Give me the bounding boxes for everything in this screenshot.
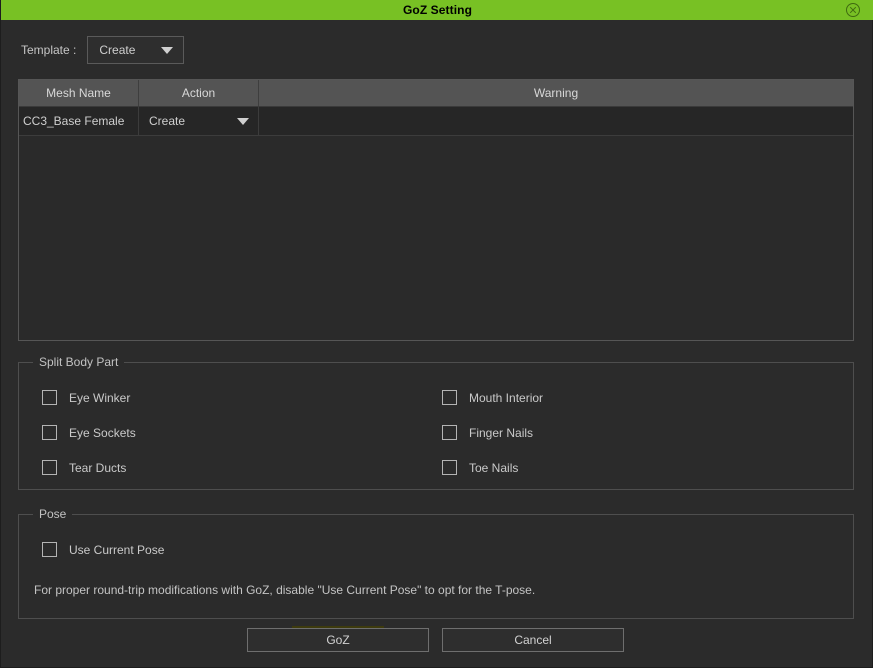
column-header-action: Action — [139, 80, 259, 106]
checkbox-finger-nails[interactable]: Finger Nails — [442, 425, 533, 440]
cell-mesh-name: CC3_Base Female — [19, 107, 139, 135]
checkbox-label: Eye Sockets — [69, 425, 136, 440]
cell-action[interactable]: Create — [139, 107, 259, 135]
goz-button-label: GoZ — [326, 633, 350, 647]
split-body-part-title: Split Body Part — [33, 355, 125, 369]
checkbox-box-icon[interactable] — [42, 425, 57, 440]
pose-group: Pose Use Current Pose For proper round-t… — [18, 507, 854, 619]
split-body-part-group: Split Body Part Eye Winker Eye Sockets T… — [18, 355, 854, 490]
dialog-title: GoZ Setting — [402, 3, 473, 17]
checkbox-label: Finger Nails — [469, 425, 534, 440]
checkbox-label: Toe Nails — [469, 460, 519, 475]
row-action-dropdown[interactable]: Create — [139, 107, 258, 135]
chevron-down-icon — [237, 117, 249, 125]
checkbox-mouth-interior[interactable]: Mouth Interior — [442, 390, 543, 405]
checkbox-box-icon[interactable] — [442, 460, 457, 475]
cell-warning — [259, 107, 853, 135]
template-dropdown[interactable]: Create — [87, 36, 185, 64]
template-row: Template : Create — [21, 36, 185, 64]
pose-note-text: For proper round-trip modifications with… — [34, 583, 536, 597]
column-header-mesh-name: Mesh Name — [19, 80, 139, 106]
close-icon[interactable] — [845, 2, 861, 18]
checkbox-box-icon[interactable] — [42, 542, 57, 557]
checkbox-label: Use Current Pose — [69, 542, 165, 557]
dialog-titlebar: GoZ Setting — [1, 0, 873, 20]
template-dropdown-value: Create — [99, 43, 136, 57]
table-row[interactable]: CC3_Base Female Create — [19, 107, 853, 136]
checkbox-tear-ducts[interactable]: Tear Ducts — [42, 460, 126, 475]
checkbox-box-icon[interactable] — [442, 425, 457, 440]
mesh-table-header: Mesh Name Action Warning — [19, 80, 853, 107]
column-header-warning: Warning — [533, 86, 579, 100]
checkbox-box-icon[interactable] — [42, 460, 57, 475]
checkbox-eye-winker[interactable]: Eye Winker — [42, 390, 130, 405]
checkbox-label: Eye Winker — [69, 390, 131, 405]
checkbox-label: Mouth Interior — [469, 390, 544, 405]
goz-setting-dialog: GoZ Setting Template : Create Mesh Name … — [0, 0, 873, 668]
cancel-button-label: Cancel — [514, 633, 552, 647]
chevron-down-icon — [161, 46, 174, 54]
checkbox-label: Tear Ducts — [69, 460, 127, 475]
cancel-button[interactable]: Cancel — [442, 628, 624, 652]
template-label: Template : — [21, 43, 77, 57]
checkbox-toe-nails[interactable]: Toe Nails — [442, 460, 518, 475]
mesh-table: Mesh Name Action Warning CC3_Base Female… — [18, 79, 854, 341]
pose-title: Pose — [33, 507, 73, 521]
mesh-table-body: CC3_Base Female Create — [19, 107, 853, 341]
checkbox-eye-sockets[interactable]: Eye Sockets — [42, 425, 136, 440]
checkbox-use-current-pose[interactable]: Use Current Pose — [42, 542, 164, 557]
goz-button[interactable]: GoZ — [247, 628, 429, 652]
checkbox-box-icon[interactable] — [442, 390, 457, 405]
row-action-dropdown-value: Create — [149, 114, 186, 128]
checkbox-box-icon[interactable] — [42, 390, 57, 405]
